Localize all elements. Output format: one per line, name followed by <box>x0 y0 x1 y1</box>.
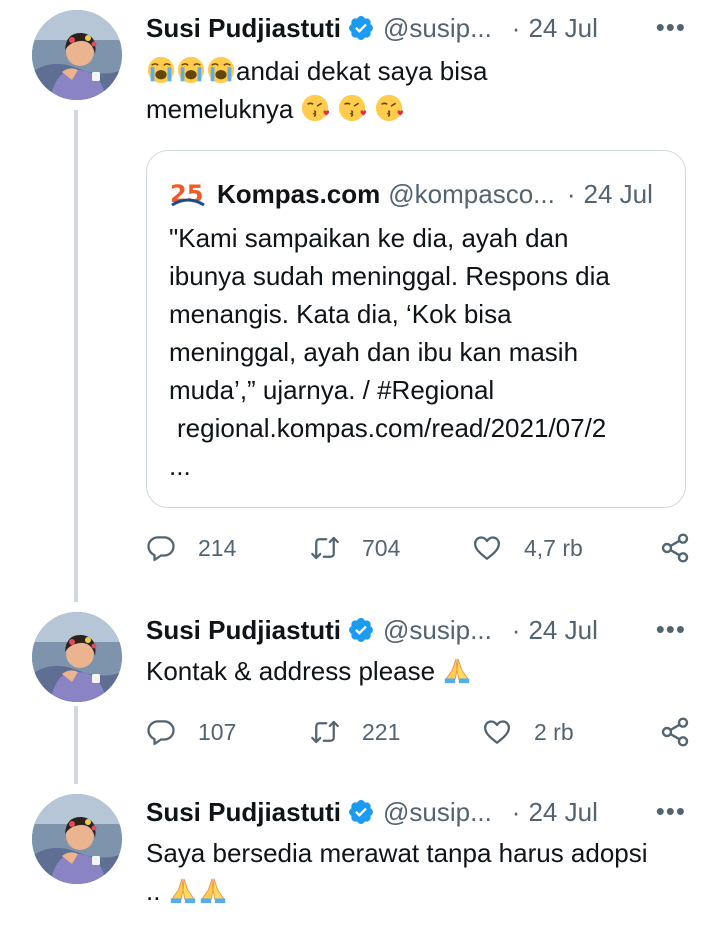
quoted-tweet[interactable]: 25 Kompas.com @kompasco... · 24 Jul "Kam… <box>146 150 686 508</box>
reply-button[interactable]: 107 <box>146 712 236 752</box>
separator-dot: · <box>511 614 521 645</box>
tweet-2[interactable]: Susi Pudjiastuti @susip... · 24 Jul ••• … <box>0 602 716 784</box>
retweet-button[interactable]: 704 <box>310 528 400 568</box>
folded-hands-icon <box>168 876 228 906</box>
quoted-tweet-date[interactable]: 24 Jul <box>584 179 653 210</box>
tweet-text-line-2: .. <box>146 876 161 906</box>
author-handle[interactable]: @susip... <box>383 797 492 828</box>
face-blowing-kiss-icon <box>301 94 405 124</box>
quote-line: ibunya sudah meninggal. Respons dia <box>169 261 610 291</box>
tweet-text: Saya bersedia merawat tanpa harus adopsi… <box>146 834 696 910</box>
author-name[interactable]: Susi Pudjiastuti <box>146 797 341 828</box>
tweet-text: andai dekat saya bisa memeluknya <box>146 52 696 128</box>
article-link[interactable]: regional.kompas.com/read/2021/07/2 <box>169 409 669 447</box>
like-icon <box>482 717 512 747</box>
avatar[interactable] <box>32 794 122 884</box>
reply-count: 107 <box>198 718 237 745</box>
tweet-header: Susi Pudjiastuti @susip... · 24 Jul ••• <box>146 610 716 650</box>
like-button[interactable]: 2 rb <box>482 712 574 752</box>
truncation-ellipsis: ... <box>169 451 191 481</box>
tweet-3[interactable]: Susi Pudjiastuti @susip... · 24 Jul ••• … <box>0 784 716 940</box>
verified-badge-icon <box>347 798 375 826</box>
verified-badge-icon <box>347 14 375 42</box>
reply-button[interactable]: 214 <box>146 528 236 568</box>
more-options-icon[interactable]: ••• <box>656 614 686 645</box>
loudly-crying-face-icon <box>146 56 236 86</box>
quoted-tweet-text: "Kami sampaikan ke dia, ayah dan ibunya … <box>169 219 669 485</box>
like-button[interactable]: 4,7 rb <box>472 528 583 568</box>
like-count: 4,7 rb <box>524 534 583 561</box>
separator-dot: · <box>511 12 521 43</box>
like-icon <box>472 533 502 563</box>
author-handle[interactable]: @susip... <box>383 13 492 44</box>
kompas-25-logo-icon: 25 <box>170 180 205 208</box>
quote-line: "Kami sampaikan ke dia, ayah dan <box>169 223 569 253</box>
tweet-header: Susi Pudjiastuti @susip... · 24 Jul ••• <box>146 8 716 48</box>
tweet-text-line-2: memeluknya <box>146 94 294 124</box>
retweet-button[interactable]: 221 <box>310 712 400 752</box>
author-name[interactable]: Susi Pudjiastuti <box>146 13 341 44</box>
share-icon[interactable] <box>659 716 691 748</box>
tweet-header: Susi Pudjiastuti @susip... · 24 Jul ••• <box>146 792 716 832</box>
tweet-text-line: Kontak & address please <box>146 656 436 686</box>
quoted-tweet-header: 25 Kompas.com @kompasco... · 24 Jul <box>169 175 653 213</box>
reply-count: 214 <box>198 534 237 561</box>
quote-line: meninggal, ayah dan ibu kan masih <box>169 337 579 367</box>
folded-hands-icon <box>442 656 472 686</box>
quote-line: muda’,” ujarnya. / #Regional <box>169 375 495 405</box>
verified-badge-icon <box>347 616 375 644</box>
tweet-text-line-1: Saya bersedia merawat tanpa harus adopsi <box>146 838 648 868</box>
author-name[interactable]: Susi Pudjiastuti <box>146 615 341 646</box>
tweet-actions: 107 221 2 rb <box>146 712 691 752</box>
retweet-icon <box>310 533 340 563</box>
more-options-icon[interactable]: ••• <box>656 796 686 827</box>
quoted-author-handle[interactable]: @kompasco... <box>388 179 555 210</box>
reply-icon <box>146 533 176 563</box>
tweet-text-line-1: andai dekat saya bisa <box>236 56 488 86</box>
quote-line: menangis. Kata dia, ‘Kok bisa <box>169 299 512 329</box>
separator-dot: · <box>511 796 521 827</box>
share-icon[interactable] <box>659 532 691 564</box>
quoted-author-name[interactable]: Kompas.com <box>217 179 380 210</box>
thread-line <box>74 706 78 784</box>
tweet-text: Kontak & address please <box>146 652 696 690</box>
tweet-date[interactable]: 24 Jul <box>528 615 597 646</box>
tweet-1[interactable]: Susi Pudjiastuti @susip... · 24 Jul ••• … <box>0 0 716 602</box>
avatar[interactable] <box>32 10 122 100</box>
tweet-actions: 214 704 4,7 rb <box>146 528 691 568</box>
separator-dot: · <box>566 178 576 209</box>
reply-icon <box>146 717 176 747</box>
retweet-icon <box>310 717 340 747</box>
thread-line <box>74 110 78 602</box>
author-handle[interactable]: @susip... <box>383 615 492 646</box>
more-options-icon[interactable]: ••• <box>656 12 686 43</box>
like-count: 2 rb <box>534 718 574 745</box>
retweet-count: 221 <box>362 718 401 745</box>
avatar[interactable] <box>32 612 122 702</box>
tweet-date[interactable]: 24 Jul <box>528 13 597 44</box>
tweet-date[interactable]: 24 Jul <box>528 797 597 828</box>
retweet-count: 704 <box>362 534 401 561</box>
